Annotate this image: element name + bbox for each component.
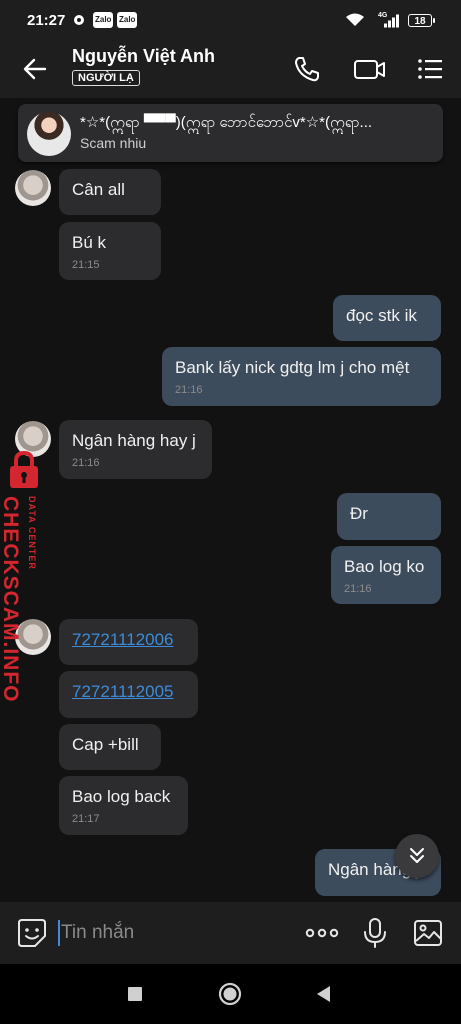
pinned-title: *☆*(ဣရာ ▀▀▀)(ဣရာ ဘောင်ဘောင်v*☆*(ဣရာ...: [80, 114, 373, 131]
phone-number-link[interactable]: 72721112005: [72, 682, 173, 701]
message-time: 21:15: [72, 259, 100, 271]
settings-icon: [74, 15, 84, 25]
home-icon[interactable]: [218, 982, 242, 1006]
image-icon[interactable]: [412, 917, 444, 949]
sticker-icon[interactable]: [16, 917, 48, 949]
message-bubble[interactable]: Bao log ko 21:16: [331, 546, 441, 604]
wifi-icon: [346, 13, 364, 26]
pinned-message-banner[interactable]: *☆*(ဣရာ ▀▀▀)(ဣရာ ဘောင်ဘောင်v*☆*(ဣရာ... S…: [18, 104, 443, 162]
contact-name[interactable]: Nguyễn Việt Anh: [72, 46, 215, 67]
message-bubble[interactable]: đọc stk ik: [333, 295, 441, 341]
message-bubble[interactable]: Đr: [337, 493, 441, 540]
text-cursor: [58, 920, 60, 946]
message-text: Bú k: [72, 233, 107, 252]
message-input[interactable]: Tin nhắn: [61, 922, 134, 944]
message-text: đọc stk ik: [346, 306, 417, 325]
double-chevron-down-icon: [410, 848, 424, 863]
message-text: Bao log ko: [344, 557, 425, 576]
message-text: Đr: [350, 504, 368, 523]
message-text: Bank lấy nick gdtg lm j cho mệt: [175, 358, 410, 377]
message-bubble[interactable]: 72721112005: [59, 671, 198, 718]
zalo-notification-icon-2: Zalo: [117, 12, 138, 28]
back-arrow-icon[interactable]: [20, 54, 50, 84]
lock-icon: [10, 450, 38, 488]
video-call-icon[interactable]: [353, 54, 387, 84]
message-text: Cân all: [72, 180, 125, 199]
message-time: 21:16: [72, 457, 100, 469]
message-text: Ngân hàng hay j: [72, 431, 196, 450]
message-time: 21:16: [344, 583, 372, 595]
phone-icon[interactable]: [292, 54, 322, 84]
more-options-icon[interactable]: [304, 917, 340, 949]
battery-icon: 18: [408, 14, 435, 27]
message-bubble[interactable]: Bú k 21:15: [59, 222, 161, 280]
message-input-bar: Tin nhắn: [0, 902, 461, 964]
message-bubble[interactable]: Cap +bill: [59, 724, 161, 770]
watermark-tagline: DATA CENTER: [27, 496, 37, 570]
stranger-badge: NGƯỜI LẠ: [72, 70, 140, 86]
message-text: Cap +bill: [72, 735, 139, 754]
system-nav-bar: [0, 964, 461, 1024]
message-bubble[interactable]: 72721112006: [59, 619, 198, 665]
message-bubble[interactable]: Bank lấy nick gdtg lm j cho mệt 21:16: [162, 347, 441, 406]
chat-header: Nguyễn Việt Anh NGƯỜI LẠ: [0, 40, 461, 98]
message-time: 21:17: [72, 813, 100, 825]
message-bubble[interactable]: Bao log back 21:17: [59, 776, 188, 835]
pinned-subtitle: Scam nhiu: [80, 135, 147, 151]
recents-icon[interactable]: [127, 986, 143, 1002]
message-bubble[interactable]: Ngân hàng hay j 21:16: [59, 420, 212, 479]
menu-list-icon[interactable]: [415, 54, 445, 84]
signal-icon: [384, 14, 399, 28]
sender-avatar[interactable]: [15, 170, 51, 206]
phone-number-link[interactable]: 72721112006: [72, 630, 173, 649]
message-bubble[interactable]: Cân all: [59, 169, 161, 215]
pinned-avatar: [27, 112, 71, 156]
back-icon[interactable]: [314, 984, 332, 1004]
microphone-icon[interactable]: [359, 917, 391, 949]
status-bar: 21:27 Zalo Zalo 4G 18: [0, 0, 461, 40]
zalo-notification-icon: Zalo: [93, 12, 114, 28]
watermark-brand: CHECKSCAM.INFO: [0, 496, 22, 703]
scroll-to-bottom-button[interactable]: [395, 834, 439, 878]
checkscam-watermark: CHECKSCAM.INFO DATA CENTER: [0, 450, 60, 703]
status-time: 21:27: [27, 12, 66, 29]
message-time: 21:16: [175, 384, 203, 396]
message-text: Bao log back: [72, 787, 171, 806]
